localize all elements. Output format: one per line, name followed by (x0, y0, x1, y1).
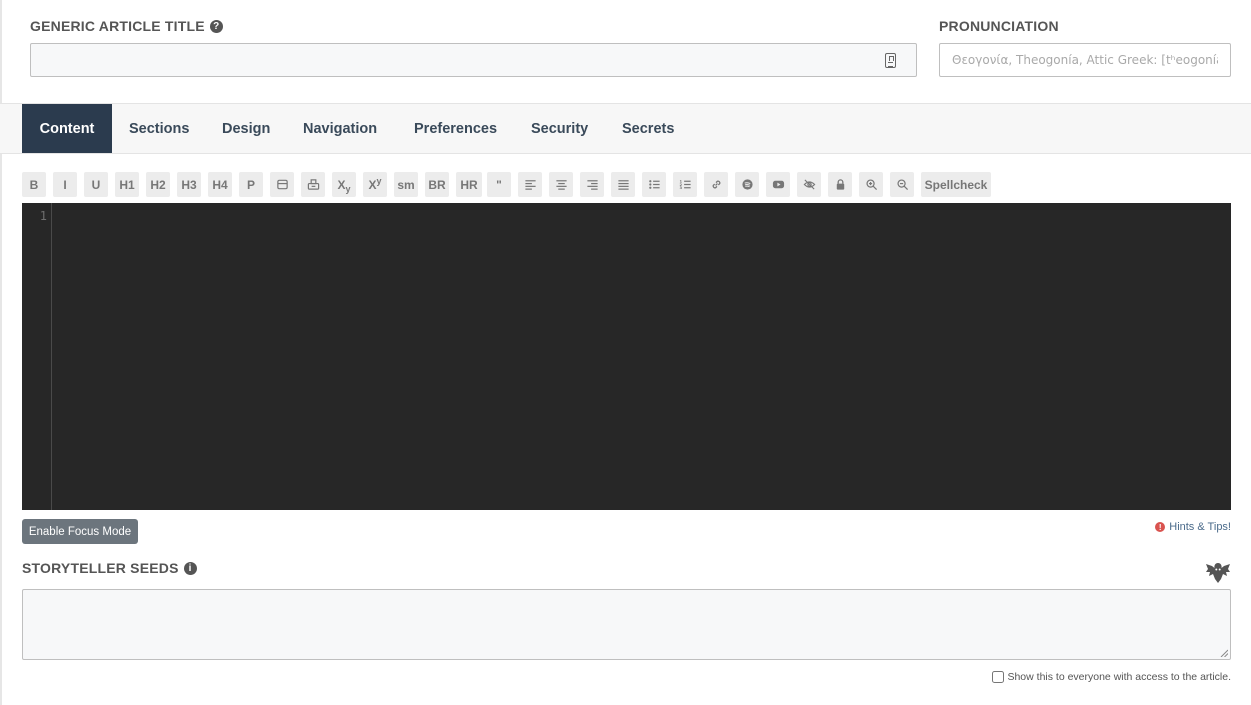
storyteller-seeds-wrapper (22, 589, 1231, 660)
pronunciation-input[interactable] (940, 44, 1230, 76)
zoom-in-button[interactable] (859, 172, 883, 197)
hidden-text-button[interactable] (797, 172, 821, 197)
superscript-button[interactable]: Xy (363, 172, 387, 197)
container-button[interactable] (270, 172, 294, 197)
pronunciation-input-wrapper (939, 43, 1231, 77)
line-number-gutter: 1 (22, 203, 52, 510)
resize-grip-icon[interactable] (1220, 649, 1228, 657)
subscript-button[interactable]: Xy (332, 172, 356, 197)
line-number: 1 (39, 209, 47, 223)
share-with-everyone-row: Show this to everyone with access to the… (992, 671, 1231, 683)
superscript-base: X (368, 177, 377, 192)
hints-tips-label: Hints & Tips! (1169, 521, 1231, 533)
tab-bar: Content Sections Design Navigation Prefe… (0, 103, 1251, 154)
align-left-icon (524, 180, 536, 190)
tab-content[interactable]: Content (22, 104, 112, 153)
horizontal-rule-button[interactable]: HR (456, 172, 482, 197)
align-justify-icon (617, 180, 629, 190)
link-button[interactable] (704, 172, 728, 197)
title-field-label: GENERIC ARTICLE TITLE ? (30, 18, 223, 34)
align-left-button[interactable] (518, 172, 542, 197)
h3-button[interactable]: H3 (177, 172, 201, 197)
block-icon (307, 179, 319, 190)
tab-security[interactable]: Security (514, 104, 605, 153)
zoom-out-icon (896, 179, 908, 191)
superscript-sup: y (376, 175, 382, 186)
spotify-button[interactable] (735, 172, 759, 197)
code-editor[interactable]: 1 (22, 203, 1231, 510)
bullet-list-icon (648, 180, 660, 189)
align-center-button[interactable] (549, 172, 573, 197)
paragraph-button[interactable]: P (239, 172, 263, 197)
tab-preferences[interactable]: Preferences (397, 104, 514, 153)
numbered-list-icon: 123 (679, 180, 691, 190)
title-label-text: GENERIC ARTICLE TITLE (30, 18, 205, 34)
storyteller-seeds-text: STORYTELLER SEEDS (22, 560, 179, 576)
subscript-sub: y (345, 183, 351, 194)
italic-button[interactable]: I (53, 172, 77, 197)
enable-focus-mode-button[interactable]: Enable Focus Mode (22, 519, 138, 544)
storyteller-seeds-label: STORYTELLER SEEDS i (22, 560, 197, 576)
eye-slash-icon (803, 179, 815, 190)
align-right-button[interactable] (580, 172, 604, 197)
info-circle-icon[interactable]: i (183, 561, 197, 575)
hints-tips-link[interactable]: ! Hints & Tips! (1155, 521, 1231, 533)
tab-secrets[interactable]: Secrets (605, 104, 691, 153)
h1-button[interactable]: H1 (115, 172, 139, 197)
small-text-button[interactable]: sm (394, 172, 418, 197)
pronunciation-field-label: PRONUNCIATION (939, 18, 1059, 34)
question-circle-icon[interactable]: ? (209, 19, 223, 33)
quote-button[interactable]: " (487, 172, 511, 197)
share-with-everyone-label: Show this to everyone with access to the… (1007, 671, 1231, 683)
secret-button[interactable] (828, 172, 852, 197)
tab-navigation[interactable]: Navigation (286, 104, 394, 153)
justify-button[interactable] (611, 172, 635, 197)
h2-button[interactable]: H2 (146, 172, 170, 197)
align-center-icon (555, 180, 567, 190)
spotify-icon (741, 179, 753, 190)
svg-text:3: 3 (679, 186, 682, 190)
block-button[interactable] (301, 172, 325, 197)
spellcheck-button[interactable]: Spellcheck (921, 172, 991, 197)
lock-icon (836, 179, 844, 190)
numbered-list-button[interactable]: 123 (673, 172, 697, 197)
bold-button[interactable]: B (22, 172, 46, 197)
tab-design[interactable]: Design (205, 104, 287, 153)
zoom-out-button[interactable] (890, 172, 914, 197)
line-break-button[interactable]: BR (425, 172, 449, 197)
exclamation-circle-icon: ! (1155, 522, 1166, 532)
align-right-icon (586, 180, 598, 190)
h4-button[interactable]: H4 (208, 172, 232, 197)
subscript-base: X (337, 177, 346, 192)
youtube-icon (772, 180, 784, 189)
dragon-icon[interactable] (1205, 560, 1231, 584)
bullet-list-button[interactable] (642, 172, 666, 197)
container-icon (276, 179, 288, 190)
underline-button[interactable]: U (84, 172, 108, 197)
link-icon (712, 180, 720, 189)
zoom-in-icon (865, 179, 877, 191)
tab-sections[interactable]: Sections (112, 104, 206, 153)
share-with-everyone-checkbox[interactable] (992, 671, 1005, 683)
character-counter-icon[interactable] (885, 53, 896, 68)
title-input[interactable] (31, 44, 916, 76)
title-input-wrapper (30, 43, 917, 77)
storyteller-seeds-textarea[interactable] (23, 590, 1230, 659)
pronunciation-label-text: PRONUNCIATION (939, 18, 1059, 34)
youtube-button[interactable] (766, 172, 790, 197)
